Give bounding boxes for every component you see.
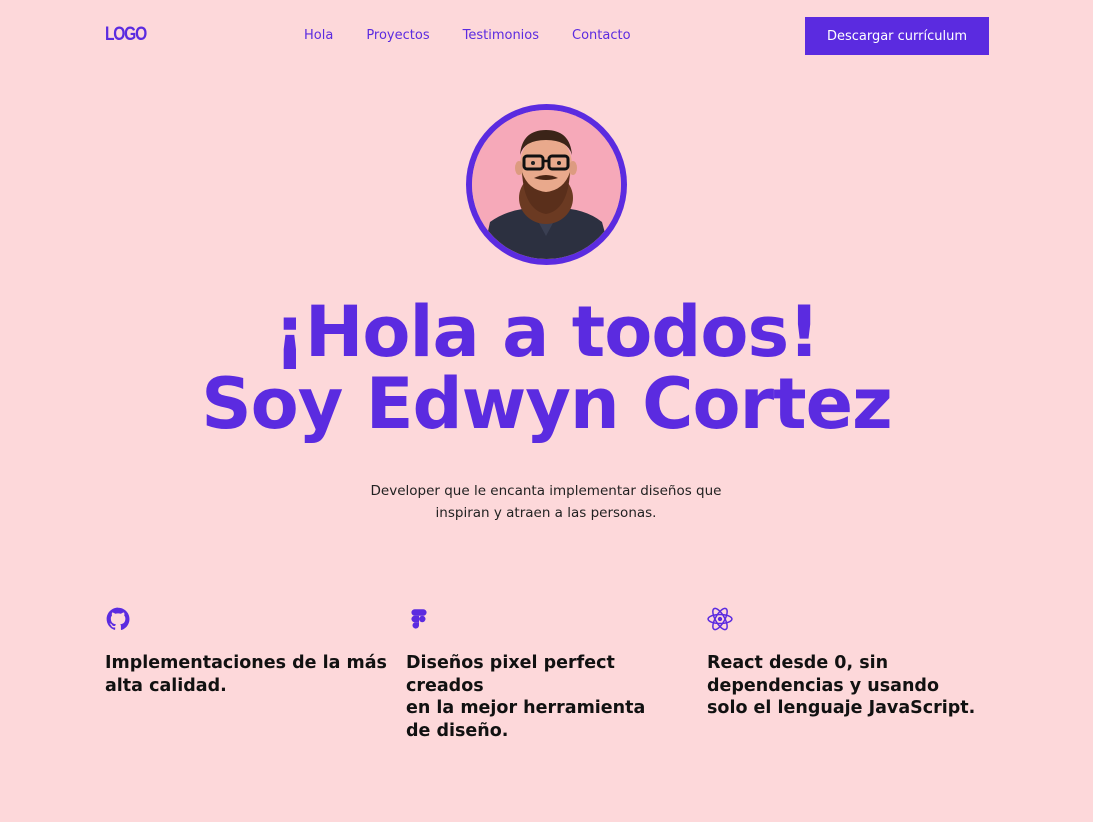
hero-title-line-2: Soy Edwyn Cortez (201, 363, 893, 445)
hero-title: ¡Hola a todos! Soy Edwyn Cortez (0, 296, 1093, 440)
nav-link-contacto[interactable]: Contacto (572, 28, 631, 43)
avatar-photo (472, 110, 621, 259)
figma-icon (411, 609, 427, 629)
avatar (466, 104, 627, 265)
feature-card: Implementaciones de la más alta calidad. (105, 606, 395, 697)
header: LOGO Hola Proyectos Testimonios Contacto… (0, 0, 1093, 72)
feature-card: Diseños pixel perfect creados en la mejo… (406, 606, 696, 742)
hero-subtitle: Developer que le encanta implementar dis… (370, 483, 722, 521)
main-nav: Hola Proyectos Testimonios Contacto (304, 28, 631, 43)
nav-link-hola[interactable]: Hola (304, 28, 333, 43)
feature-text: Diseños pixel perfect creados en la mejo… (406, 653, 646, 741)
person-portrait-icon (472, 110, 621, 259)
feature-text: Implementaciones de la más alta calidad. (105, 653, 387, 696)
github-icon (106, 607, 130, 630)
feature-card: React desde 0, sin dependencias y usando… (707, 606, 997, 720)
nav-link-proyectos[interactable]: Proyectos (366, 28, 429, 43)
logo[interactable]: LOGO (105, 24, 147, 46)
hero-title-line-1: ¡Hola a todos! (273, 291, 820, 373)
nav-link-testimonios[interactable]: Testimonios (463, 28, 539, 43)
download-cv-button[interactable]: Descargar currículum (805, 17, 989, 55)
landing-page: LOGO Hola Proyectos Testimonios Contacto… (0, 0, 1093, 822)
react-icon (707, 607, 733, 631)
feature-text: React desde 0, sin dependencias y usando… (707, 653, 976, 718)
